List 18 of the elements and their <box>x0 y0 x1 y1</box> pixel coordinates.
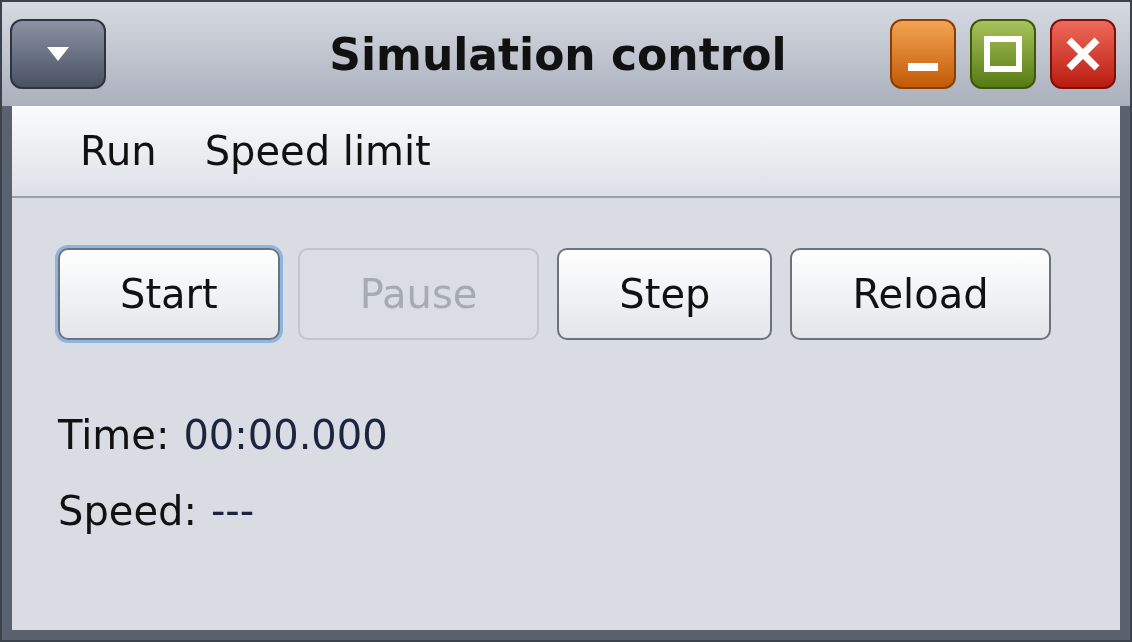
readout-label: Time: <box>58 412 170 458</box>
menu-item[interactable]: Run <box>74 124 163 178</box>
close-button[interactable] <box>1050 19 1116 89</box>
minimize-icon <box>908 63 938 71</box>
minimize-button[interactable] <box>890 19 956 89</box>
close-icon <box>1065 36 1101 72</box>
readout-value: --- <box>210 488 255 534</box>
menu-item[interactable]: Speed limit <box>198 124 437 178</box>
readout-label: Speed: <box>58 488 197 534</box>
control-button[interactable]: Start <box>58 248 280 340</box>
maximize-icon <box>984 36 1022 72</box>
maximize-button[interactable] <box>970 19 1036 89</box>
control-button[interactable]: Step <box>557 248 773 340</box>
readout-value: 00:00.000 <box>183 412 388 458</box>
control-button[interactable]: Reload <box>790 248 1051 340</box>
window-title: Simulation control <box>328 28 788 80</box>
dropdown-arrow-icon <box>45 45 71 63</box>
window-menu-button[interactable] <box>10 19 106 89</box>
